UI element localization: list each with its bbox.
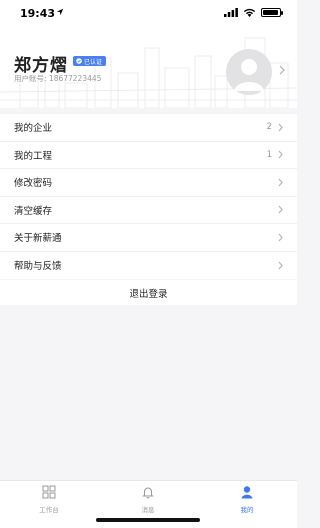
- verified-check-icon: [76, 58, 82, 64]
- cellular-signal-icon: [224, 8, 238, 17]
- menu-item-label: 我的企业: [14, 123, 53, 135]
- tab-messages[interactable]: 消息: [118, 484, 178, 514]
- tab-label: 消息: [141, 506, 155, 514]
- grid-icon: [42, 485, 56, 499]
- menu-item-label: 清空缓存: [14, 205, 53, 217]
- battery-icon: [261, 8, 283, 17]
- menu-list: 我的企业 2 我的工程 1 修改密码 清空缓存 关于新薪通 帮助与反馈: [0, 114, 297, 279]
- tab-label: 工作台: [39, 506, 59, 514]
- chevron-right-icon: [278, 150, 283, 159]
- logout-label: 退出登录: [129, 288, 168, 300]
- chevron-right-icon: [278, 261, 283, 270]
- menu-item-my-companies[interactable]: 我的企业 2: [0, 114, 297, 142]
- home-indicator: [96, 518, 200, 522]
- verified-badge: 已认证: [73, 56, 107, 66]
- menu-item-count: 1: [266, 149, 272, 160]
- chevron-right-icon: [278, 123, 283, 132]
- location-arrow-icon: [56, 8, 64, 16]
- logout-button[interactable]: 退出登录: [0, 280, 297, 305]
- chevron-right-icon: [278, 233, 283, 242]
- menu-item-help-feedback[interactable]: 帮助与反馈: [0, 252, 297, 280]
- status-indicators: [224, 8, 283, 17]
- menu-item-clear-cache[interactable]: 清空缓存: [0, 197, 297, 224]
- menu-item-label: 我的工程: [14, 150, 53, 162]
- verified-label: 已认证: [84, 58, 103, 66]
- user-icon: [241, 486, 253, 499]
- profile-header[interactable]: 郑方熠 已认证 用户账号: 18677223445: [0, 28, 297, 108]
- menu-item-label: 修改密码: [14, 178, 53, 190]
- tab-workbench[interactable]: 工作台: [19, 484, 79, 514]
- default-avatar-icon: [234, 59, 264, 91]
- menu-item-label: 帮助与反馈: [14, 261, 62, 273]
- chevron-right-icon: [279, 65, 285, 75]
- account-label: 用户账号:: [14, 74, 47, 83]
- chevron-right-icon: [278, 178, 283, 187]
- bell-icon: [142, 487, 154, 499]
- tab-mine[interactable]: 我的: [217, 484, 277, 514]
- avatar[interactable]: [226, 49, 272, 95]
- menu-item-change-password[interactable]: 修改密码: [0, 169, 297, 197]
- account-row: 用户账号: 18677223445: [14, 73, 101, 84]
- menu-item-count: 2: [266, 122, 272, 133]
- status-time: 19:43: [20, 7, 56, 20]
- menu-item-about[interactable]: 关于新薪通: [0, 224, 297, 252]
- menu-item-label: 关于新薪通: [14, 233, 62, 245]
- wifi-icon: [243, 8, 256, 17]
- chevron-right-icon: [278, 205, 283, 214]
- account-number: 18677223445: [48, 74, 102, 83]
- menu-item-my-projects[interactable]: 我的工程 1: [0, 142, 297, 169]
- tab-label: 我的: [240, 506, 254, 514]
- status-bar: 19:43: [0, 0, 297, 28]
